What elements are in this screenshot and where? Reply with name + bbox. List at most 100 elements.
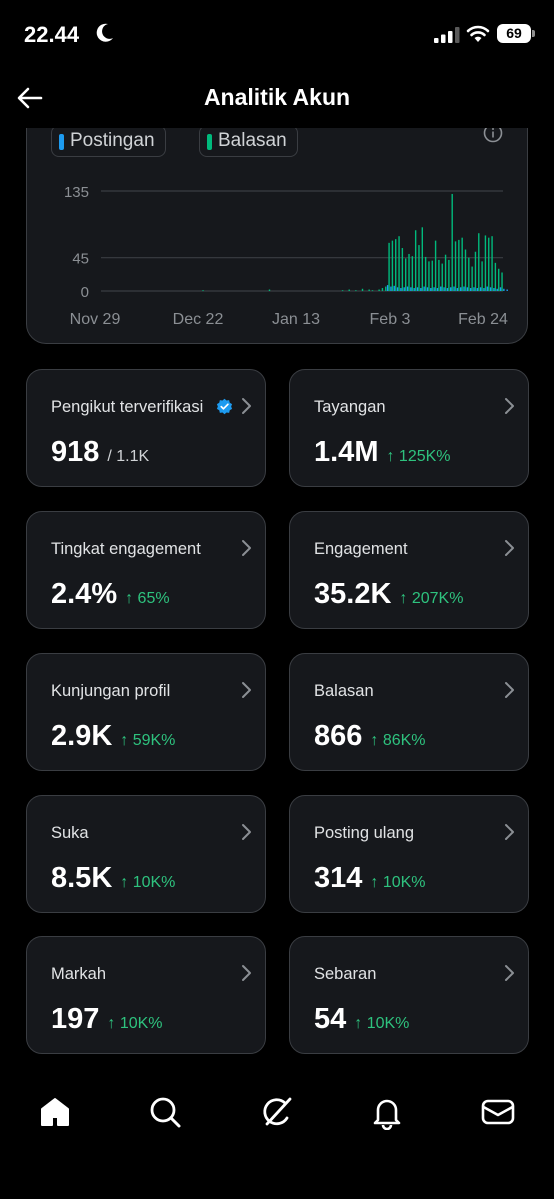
bar-balasan [451,193,453,291]
metric-label: Tayangan [314,398,386,416]
metric-delta: ↑ 207K% [399,590,464,607]
metric-value: 2.9K [51,720,113,752]
metric-value-row: 918 / 1.1K [51,436,149,469]
bar-postingan [456,288,459,291]
bar-balasan [441,263,443,291]
metric-value-row: 54 ↑ 10K% [314,1003,409,1036]
metric-label: Posting ulang [314,824,414,842]
metric-value: 918 [51,436,100,468]
metric-value: 8.5K [51,862,113,894]
bar-balasan [408,253,410,291]
metric-delta: ↑ 10K% [107,1015,163,1032]
grok-icon[interactable] [259,1094,295,1130]
metric-card-engagement-rate[interactable]: Tingkat engagement 2.4% ↑ 65% [26,511,266,629]
metric-value-row: 8.5K ↑ 10K% [51,862,175,895]
bar-balasan [468,257,470,291]
x-tick-label: Feb 24 [458,311,508,328]
bar-postingan [483,288,485,291]
x-tick-label: Dec 22 [173,311,224,328]
bar-postingan [479,287,482,291]
search-icon[interactable] [147,1094,183,1130]
metric-value: 866 [314,720,363,752]
bar-balasan [385,286,387,291]
bar-balasan [361,288,364,291]
bar-balasan [478,233,480,291]
bar-postingan [430,288,432,291]
bar-postingan [473,287,475,291]
metric-delta: ↑ 10K% [370,874,426,891]
metric-label: Tingkat engagement [51,540,201,558]
bar-postingan [406,286,409,291]
metric-delta: ↑ 65% [125,590,170,607]
bar-postingan [410,287,412,291]
bar-postingan [403,287,405,291]
chevron-right-icon [242,398,251,414]
bar-balasan [388,242,390,291]
bar-balasan [448,259,450,291]
bar-balasan [398,236,400,291]
bar-balasan [458,239,460,291]
bar-postingan [466,287,469,291]
bar-balasan [438,259,440,291]
metric-value-row: 197 ↑ 10K% [51,1003,163,1036]
bar-postingan [426,287,429,291]
bar-balasan [428,261,430,291]
bar-balasan [418,245,420,291]
chevron-right-icon [505,540,514,556]
y-tick-label: 0 [81,284,89,301]
app-header: Analitik Akun [0,70,554,128]
bar-balasan [378,289,380,291]
metric-label: Markah [51,965,107,983]
metric-value: 197 [51,1003,100,1035]
metric-card-likes[interactable]: Suka 8.5K ↑ 10K% [26,795,266,913]
mail-icon[interactable] [480,1094,516,1130]
bar-balasan [355,290,357,292]
metric-value-row: 35.2K ↑ 207K% [314,578,463,611]
bar-balasan [464,249,467,291]
bar-postingan [393,285,395,291]
bar-postingan [446,288,449,291]
bar-balasan [434,240,437,291]
metric-card-impressions[interactable]: Tayangan 1.4M ↑ 125K% [289,369,529,487]
moon-icon [96,23,113,42]
metric-delta: ↑ 10K% [120,874,176,891]
bar-balasan [368,289,370,291]
metric-card-engagements[interactable]: Engagement 35.2K ↑ 207K% [289,511,529,629]
metric-label: Pengikut terverifikasi [51,398,204,416]
bar-balasan [424,256,427,291]
bar-balasan [421,227,423,291]
bar-balasan [348,289,350,291]
metric-delta: ↑ 125K% [386,448,451,465]
bar-postingan [423,286,425,291]
battery-nub [532,30,535,37]
metric-card-bookmarks[interactable]: Markah 197 ↑ 10K% [26,936,266,1054]
bell-icon[interactable] [369,1094,405,1130]
bar-balasan [401,248,404,291]
page-title: Analitik Akun [203,84,351,110]
y-tick-label: 135 [64,184,89,201]
bar-postingan [386,285,389,291]
metric-label: Sebaran [314,965,377,983]
bar-postingan [420,288,422,291]
bar-balasan [371,290,374,292]
bar-postingan [469,288,472,291]
bar-postingan [496,288,498,291]
bar-postingan [390,286,392,291]
metric-value: 2.4% [51,578,118,610]
bottom-tab-bar [0,1072,554,1199]
bar-postingan [413,288,415,291]
bar-balasan [474,251,477,291]
bar-balasan [395,239,397,291]
chevron-right-icon [242,682,251,698]
metric-card-profile-visits[interactable]: Kunjungan profil 2.9K ↑ 59K% [26,653,266,771]
bar-postingan [396,287,399,291]
wifi-icon [466,25,490,42]
bar-postingan [463,286,465,291]
home-icon[interactable] [37,1094,73,1130]
metric-card-verified-followers[interactable]: Pengikut terverifikasi 918 / 1.1K [26,369,266,487]
bar-postingan [416,287,419,291]
metric-card-shares[interactable]: Sebaran 54 ↑ 10K% [289,936,529,1054]
metric-card-replies[interactable]: Balasan 866 ↑ 86K% [289,653,529,771]
x-tick-label: Jan 13 [272,311,320,328]
metric-card-reposts[interactable]: Posting ulang 314 ↑ 10K% [289,795,529,913]
